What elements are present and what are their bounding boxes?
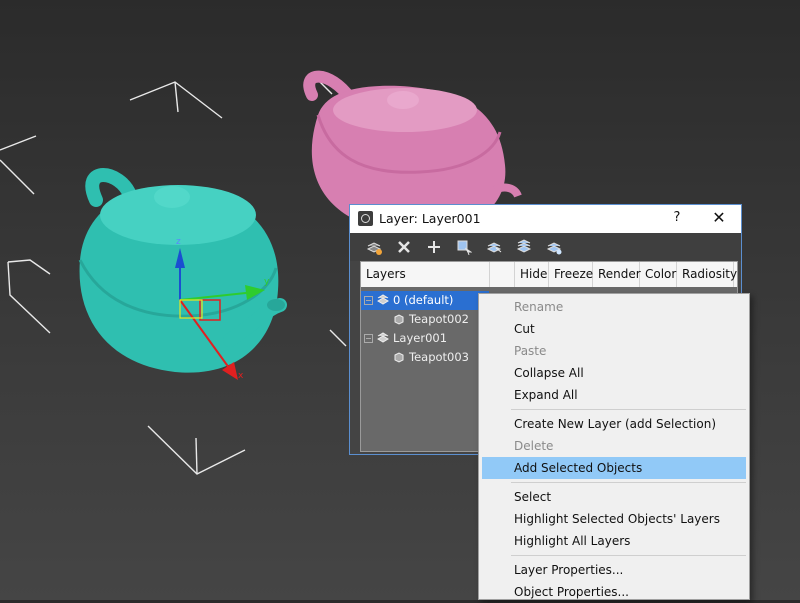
- layer-icon: [377, 294, 389, 305]
- menu-item-create-new-layer[interactable]: Create New Layer (add Selection): [482, 413, 746, 435]
- layer-row-layer001[interactable]: Layer001: [361, 329, 489, 348]
- layer-label: Layer001: [393, 331, 448, 345]
- gizmo-x-label: x: [238, 371, 244, 381]
- menu-item-add-selected-objects[interactable]: Add Selected Objects: [482, 457, 746, 479]
- menu-item-cut[interactable]: Cut: [482, 318, 746, 340]
- freeze-all-icon[interactable]: [544, 237, 564, 257]
- object-row-teapot003[interactable]: Teapot003: [361, 348, 489, 367]
- context-menu: Rename Cut Paste Collapse All Expand All…: [478, 293, 750, 600]
- tree-header: Layers Hide Freeze Render Color Radiosit…: [361, 262, 737, 288]
- col-header-radiosity[interactable]: Radiosity: [677, 262, 737, 287]
- object-label: Teapot003: [409, 350, 469, 364]
- layer-label: 0 (default): [393, 293, 454, 307]
- collapse-toggle-icon[interactable]: [364, 296, 373, 305]
- menu-item-highlight-all-layers[interactable]: Highlight All Layers: [482, 530, 746, 552]
- menu-item-expand-all[interactable]: Expand All: [482, 384, 746, 406]
- col-header-hide[interactable]: Hide: [515, 262, 549, 287]
- menu-item-delete[interactable]: Delete: [482, 435, 746, 457]
- app-icon: [358, 211, 373, 226]
- menu-item-rename[interactable]: Rename: [482, 296, 746, 318]
- col-header-color[interactable]: Color: [640, 262, 677, 287]
- dialog-titlebar[interactable]: Layer: Layer001 ? ✕: [350, 205, 741, 233]
- object-row-teapot002[interactable]: Teapot002: [361, 310, 489, 329]
- menu-separator: [511, 555, 746, 556]
- col-header-current[interactable]: [490, 262, 515, 287]
- object-label: Teapot002: [409, 312, 469, 326]
- col-header-render[interactable]: Render: [593, 262, 641, 287]
- highlight-layer-icon[interactable]: [484, 237, 504, 257]
- object-icon: [394, 314, 404, 325]
- add-to-layer-icon[interactable]: [424, 237, 444, 257]
- hide-all-icon[interactable]: [514, 237, 534, 257]
- teal-teapot[interactable]: [78, 168, 287, 373]
- layer-row-default[interactable]: 0 (default): [361, 291, 489, 310]
- object-icon: [394, 352, 404, 363]
- gizmo-y-label: y: [264, 277, 270, 287]
- menu-separator: [511, 409, 746, 410]
- menu-item-select[interactable]: Select: [482, 486, 746, 508]
- col-header-layers[interactable]: Layers: [361, 262, 490, 287]
- collapse-toggle-icon[interactable]: [364, 334, 373, 343]
- col-header-freeze[interactable]: Freeze: [549, 262, 593, 287]
- dialog-toolbar: [350, 233, 741, 261]
- gizmo-z-label: z: [176, 237, 181, 247]
- delete-layer-icon[interactable]: [394, 237, 414, 257]
- menu-item-highlight-selected-layers[interactable]: Highlight Selected Objects' Layers: [482, 508, 746, 530]
- select-objects-icon[interactable]: [454, 237, 474, 257]
- menu-separator: [511, 482, 746, 483]
- layer-icon: [377, 332, 389, 343]
- menu-item-collapse-all[interactable]: Collapse All: [482, 362, 746, 384]
- menu-item-layer-properties[interactable]: Layer Properties...: [482, 559, 746, 581]
- close-button[interactable]: ✕: [712, 208, 726, 227]
- new-layer-icon[interactable]: [364, 237, 384, 257]
- menu-item-paste[interactable]: Paste: [482, 340, 746, 362]
- dialog-title: Layer: Layer001: [379, 211, 481, 226]
- help-button[interactable]: ?: [670, 210, 684, 225]
